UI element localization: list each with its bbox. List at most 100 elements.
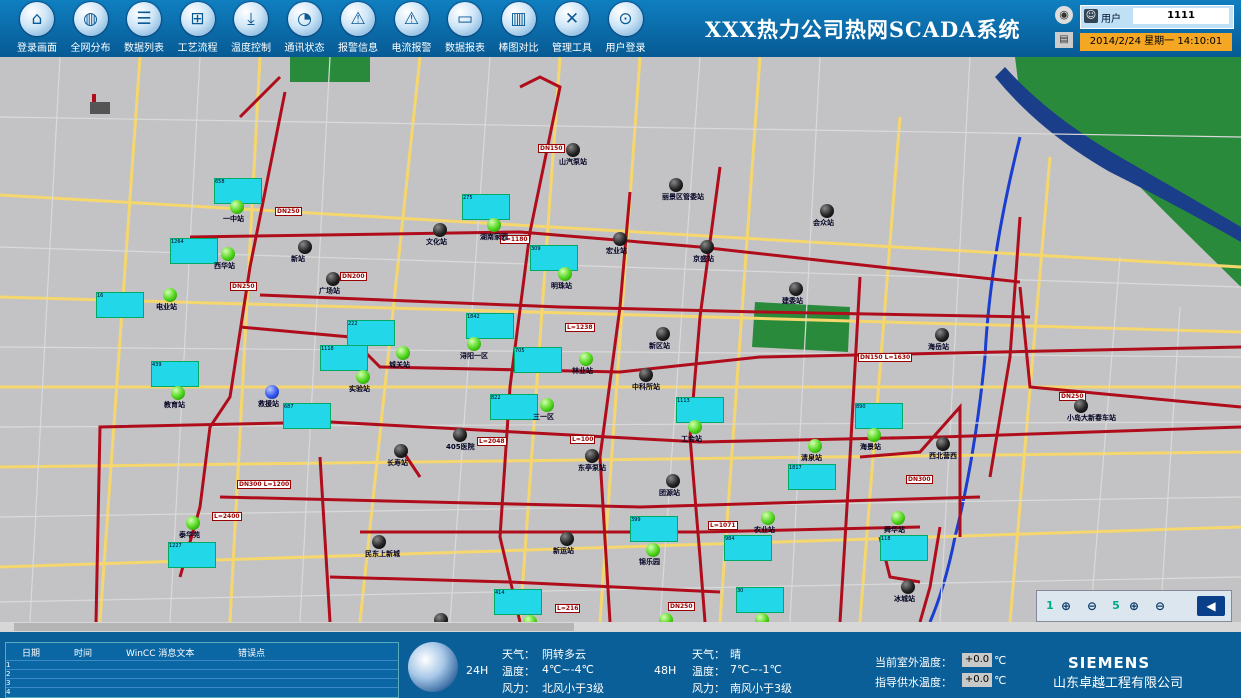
station-data-panel[interactable]: 1118 — [320, 345, 368, 371]
toolbar-button-2[interactable]: ◍ 全网分布 — [64, 2, 118, 56]
station-marker[interactable] — [700, 240, 714, 254]
station-marker[interactable] — [867, 428, 881, 442]
panel-value: 1113 — [677, 398, 690, 404]
station-marker[interactable] — [523, 615, 537, 622]
station-data-panel[interactable]: 890 — [855, 403, 903, 429]
user-icon: ☺ — [1084, 9, 1098, 23]
station-label: 文化站 — [426, 238, 447, 246]
station-marker[interactable] — [566, 143, 580, 157]
station-data-panel[interactable]: 399 — [630, 516, 678, 542]
station-data-panel[interactable]: 309 — [530, 245, 578, 271]
station-label: 农业站 — [754, 526, 775, 534]
station-marker[interactable] — [820, 204, 834, 218]
station-marker[interactable] — [585, 449, 599, 463]
station-marker[interactable] — [935, 328, 949, 342]
station-marker[interactable] — [372, 535, 386, 549]
station-marker[interactable] — [394, 444, 408, 458]
station-marker[interactable] — [221, 247, 235, 261]
outdoor-temp-unit: ℃ — [994, 654, 1007, 667]
toolbar-button-6[interactable]: ◔ 通讯状态 — [278, 2, 332, 56]
station-data-panel[interactable]: 222 — [347, 320, 395, 346]
toolbar-button-12[interactable]: ⊙ 用户登录 — [599, 2, 653, 56]
station-marker[interactable] — [453, 428, 467, 442]
station-data-panel[interactable]: 30 — [736, 587, 784, 613]
station-label: 城关站 — [389, 361, 410, 369]
station-marker[interactable] — [487, 218, 501, 232]
toolbar-button-5[interactable]: ⤓ 温度控制 — [224, 2, 278, 56]
station-marker[interactable] — [936, 437, 950, 451]
horizontal-scrollbar[interactable] — [0, 622, 1241, 632]
station-marker[interactable] — [356, 370, 370, 384]
toolbar-button-9[interactable]: ▭ 数据报表 — [438, 2, 492, 56]
toolbar-button-4[interactable]: ⊞ 工艺流程 — [171, 2, 225, 56]
pipe-label: DN250 — [668, 602, 695, 611]
pipe-label: L=1071 — [708, 521, 738, 530]
station-marker[interactable] — [656, 327, 670, 341]
station-marker[interactable] — [891, 511, 905, 525]
station-data-panel[interactable]: 414 — [494, 589, 542, 615]
station-marker[interactable] — [326, 272, 340, 286]
station-marker[interactable] — [688, 420, 702, 434]
station-data-panel[interactable]: 118 — [880, 535, 928, 561]
station-marker[interactable] — [646, 543, 660, 557]
station-marker[interactable] — [396, 346, 410, 360]
wind-label: 风力： — [692, 682, 725, 695]
toolbar-button-3[interactable]: ☰ 数据列表 — [117, 2, 171, 56]
station-data-panel[interactable]: 1817 — [788, 464, 836, 490]
station-marker[interactable] — [433, 223, 447, 237]
zoom-in-icon[interactable]: ⊕ — [1055, 596, 1077, 616]
station-marker[interactable] — [613, 232, 627, 246]
station-marker[interactable] — [669, 178, 683, 192]
station-marker[interactable] — [761, 511, 775, 525]
station-marker[interactable] — [901, 580, 915, 594]
station-marker[interactable] — [171, 386, 185, 400]
station-data-panel[interactable]: 275 — [462, 194, 510, 220]
pipe-label: L=2400 — [212, 512, 242, 521]
station-marker[interactable] — [666, 474, 680, 488]
station-data-panel[interactable]: 822 — [490, 394, 538, 420]
station-marker[interactable] — [298, 240, 312, 254]
station-marker[interactable] — [755, 613, 769, 622]
station-label: 教育站 — [164, 401, 185, 409]
printer-icon[interactable]: ▤ — [1055, 32, 1073, 48]
zoom-out-icon[interactable]: ⊖ — [1081, 596, 1103, 616]
station-marker[interactable] — [186, 516, 200, 530]
station-marker[interactable] — [540, 398, 554, 412]
station-marker[interactable] — [659, 613, 673, 622]
panel-value: 687 — [284, 404, 294, 410]
station-marker[interactable] — [1074, 399, 1088, 413]
station-data-panel[interactable]: 1842 — [466, 313, 514, 339]
station-data-panel[interactable]: 1113 — [676, 397, 724, 423]
station-label: 锦乐园 — [639, 558, 660, 566]
station-marker[interactable] — [808, 439, 822, 453]
toolbar-button-10[interactable]: ▥ 棒图对比 — [492, 2, 546, 56]
station-marker[interactable] — [639, 368, 653, 382]
station-data-panel[interactable]: 687 — [283, 403, 331, 429]
station-data-panel[interactable]: 16 — [96, 292, 144, 318]
station-marker[interactable] — [434, 613, 448, 622]
table-row[interactable]: 4 — [6, 687, 398, 697]
zoom-in-icon[interactable]: ⊕ — [1123, 596, 1145, 616]
station-data-panel[interactable]: 984 — [724, 535, 772, 561]
station-data-panel[interactable]: 1264 — [170, 238, 218, 264]
station-marker[interactable] — [558, 267, 572, 281]
toolbar-button-11[interactable]: ✕ 管理工具 — [545, 2, 599, 56]
station-marker[interactable] — [230, 200, 244, 214]
toolbar-button-1[interactable]: ⌂ 登录画面 — [10, 2, 64, 56]
station-marker[interactable] — [560, 532, 574, 546]
zoom-out-icon[interactable]: ⊖ — [1149, 596, 1171, 616]
station-data-panel[interactable]: 1227 — [168, 542, 216, 568]
scrollbar-thumb[interactable] — [14, 623, 574, 631]
station-marker[interactable] — [265, 385, 279, 399]
back-arrow-icon[interactable]: ◀ — [1197, 596, 1225, 616]
station-marker[interactable] — [467, 337, 481, 351]
station-marker[interactable] — [579, 352, 593, 366]
station-data-panel[interactable]: 705 — [514, 347, 562, 373]
toolbar-button-7[interactable]: ⚠ 报警信息 — [331, 2, 385, 56]
network-map[interactable]: 658 275 1264 309 16 222 1842 705 1118 439 1113 822 6… — [0, 57, 1241, 622]
station-marker[interactable] — [789, 282, 803, 296]
speaker-icon[interactable]: ◉ — [1055, 6, 1073, 24]
toolbar-button-8[interactable]: ⚠ 电流报警 — [385, 2, 439, 56]
station-data-panel[interactable]: 439 — [151, 361, 199, 387]
station-marker[interactable] — [163, 288, 177, 302]
